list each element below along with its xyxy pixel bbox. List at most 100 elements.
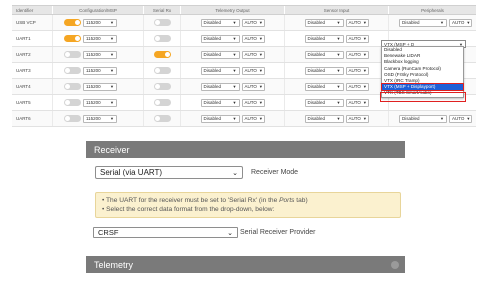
sensor-select-value: Disabled <box>307 20 326 25</box>
receiver-mode-select[interactable]: Serial (via UART) ⌄ <box>95 166 243 179</box>
dropdown-option[interactable]: VTX (TBS SmartAudio) <box>382 90 463 96</box>
sensor-baud-select[interactable]: AUTO ▼ <box>345 34 369 43</box>
chevron-down-icon: ▼ <box>232 52 237 57</box>
msp-baud-select[interactable]: 115200 ▼ <box>83 82 117 91</box>
serial-rx-cell <box>144 31 181 46</box>
telemetry-select[interactable]: Disabled ▼ <box>200 18 240 27</box>
peripherals-select[interactable]: Disabled ▼ <box>399 114 447 123</box>
telemetry-select[interactable]: Disabled ▼ <box>200 82 240 91</box>
peripherals-baud-select-value: AUTO <box>452 116 465 121</box>
table-row: USB VCP 115200 ▼ Disabled ▼ AUTO ▼ Disabled ▼ AUT… <box>12 15 476 31</box>
telemetry-cell: Disabled ▼ AUTO ▼ <box>181 79 285 94</box>
msp-baud-select[interactable]: 115200 ▼ <box>83 114 117 123</box>
telemetry-select-value: Disabled <box>203 68 222 73</box>
msp-toggle[interactable] <box>64 99 81 106</box>
telemetry-select-value: Disabled <box>203 84 222 89</box>
serial-rx-cell <box>144 15 181 30</box>
serial-rx-toggle[interactable] <box>153 51 171 58</box>
port-identifier: UART4 <box>12 79 53 94</box>
peripherals-select[interactable]: Disabled ▼ <box>399 18 447 27</box>
sensor-cell: Disabled ▼ AUTO ▼ <box>285 79 389 94</box>
peripherals-cell: Disabled ▼ AUTO ▼ <box>389 15 476 30</box>
msp-cell: 115200 ▼ <box>53 95 144 110</box>
msp-toggle[interactable] <box>64 51 81 58</box>
telemetry-baud-select-value: AUTO <box>244 36 257 41</box>
telemetry-baud-select[interactable]: AUTO ▼ <box>241 82 265 91</box>
msp-toggle[interactable] <box>64 115 81 122</box>
receiver-panel: Receiver Serial (via UART) ⌄ Receiver Mo… <box>86 141 405 250</box>
sensor-select[interactable]: Disabled ▼ <box>304 18 344 27</box>
serial-receiver-provider-label: Serial Receiver Provider <box>240 229 316 236</box>
msp-baud-select[interactable]: 115200 ▼ <box>83 98 117 107</box>
telemetry-baud-select[interactable]: AUTO ▼ <box>241 98 265 107</box>
serial-rx-toggle[interactable] <box>153 67 171 74</box>
chevron-down-icon: ▼ <box>110 36 114 41</box>
chevron-down-icon: ▼ <box>466 20 471 25</box>
telemetry-baud-select[interactable]: AUTO ▼ <box>241 66 265 75</box>
sensor-cell: Disabled ▼ AUTO ▼ <box>285 95 389 110</box>
chevron-down-icon: ⌄ <box>232 169 238 177</box>
sensor-baud-select[interactable]: AUTO ▼ <box>345 50 369 59</box>
serial-rx-toggle[interactable] <box>153 19 171 26</box>
msp-baud-select[interactable]: 115200 ▼ <box>83 50 117 59</box>
msp-baud-select[interactable]: 115200 ▼ <box>83 66 117 75</box>
chevron-down-icon: ▼ <box>258 20 263 25</box>
msp-baud-select[interactable]: 115200 ▼ <box>83 34 117 43</box>
sensor-select[interactable]: Disabled ▼ <box>304 98 344 107</box>
sensor-select-value: Disabled <box>307 68 326 73</box>
chevron-down-icon: ▼ <box>440 20 444 25</box>
sensor-baud-select-value: AUTO <box>348 84 361 89</box>
peripherals-baud-select[interactable]: AUTO ▼ <box>449 114 472 123</box>
sensor-cell: Disabled ▼ AUTO ▼ <box>285 47 389 62</box>
sensor-select-value: Disabled <box>307 36 326 41</box>
chevron-down-icon: ▼ <box>336 84 341 89</box>
telemetry-baud-select-value: AUTO <box>244 52 257 57</box>
msp-baud-select[interactable]: 115200 ▼ <box>83 18 117 27</box>
sensor-baud-select[interactable]: AUTO ▼ <box>345 82 369 91</box>
msp-baud-select-value: 115200 <box>86 68 101 73</box>
serial-rx-toggle[interactable] <box>153 115 171 122</box>
serial-rx-toggle[interactable] <box>153 99 171 106</box>
col-header-sensor-input: Sensor Input <box>285 6 389 14</box>
telemetry-panel-title: Telemetry <box>94 259 134 270</box>
chevron-down-icon: ▼ <box>232 36 237 41</box>
telemetry-select-value: Disabled <box>203 20 222 25</box>
telemetry-select[interactable]: Disabled ▼ <box>200 34 240 43</box>
help-icon[interactable] <box>391 260 399 269</box>
sensor-baud-select[interactable]: AUTO ▼ <box>345 66 369 75</box>
sensor-select[interactable]: Disabled ▼ <box>304 114 344 123</box>
sensor-baud-select[interactable]: AUTO ▼ <box>345 18 369 27</box>
sensor-select[interactable]: Disabled ▼ <box>304 66 344 75</box>
sensor-select[interactable]: Disabled ▼ <box>304 50 344 59</box>
msp-toggle[interactable] <box>64 67 81 74</box>
telemetry-select[interactable]: Disabled ▼ <box>200 66 240 75</box>
serial-receiver-provider-select[interactable]: CRSF ⌄ <box>93 227 238 238</box>
msp-toggle[interactable] <box>64 83 81 90</box>
msp-baud-select-value: 115200 <box>86 52 101 57</box>
chevron-down-icon: ▼ <box>110 68 114 73</box>
telemetry-select[interactable]: Disabled ▼ <box>200 98 240 107</box>
serial-rx-toggle[interactable] <box>153 35 171 42</box>
sensor-baud-select[interactable]: AUTO ▼ <box>345 114 369 123</box>
chevron-down-icon: ▼ <box>336 20 341 25</box>
port-identifier: UART2 <box>12 47 53 62</box>
sensor-select[interactable]: Disabled ▼ <box>304 34 344 43</box>
msp-toggle[interactable] <box>64 35 81 42</box>
telemetry-select[interactable]: Disabled ▼ <box>200 50 240 59</box>
telemetry-baud-select[interactable]: AUTO ▼ <box>241 18 265 27</box>
msp-toggle[interactable] <box>64 19 81 26</box>
telemetry-select[interactable]: Disabled ▼ <box>200 114 240 123</box>
msp-baud-select-value: 115200 <box>86 116 101 121</box>
sensor-baud-select[interactable]: AUTO ▼ <box>345 98 369 107</box>
telemetry-baud-select[interactable]: AUTO ▼ <box>241 34 265 43</box>
telemetry-baud-select[interactable]: AUTO ▼ <box>241 114 265 123</box>
msp-baud-select-value: 115200 <box>86 36 101 41</box>
peripherals-baud-select[interactable]: AUTO ▼ <box>449 18 472 27</box>
sensor-cell: Disabled ▼ AUTO ▼ <box>285 15 389 30</box>
chevron-down-icon: ▼ <box>336 52 341 57</box>
serial-rx-toggle[interactable] <box>153 83 171 90</box>
chevron-down-icon: ▼ <box>362 84 367 89</box>
telemetry-baud-select[interactable]: AUTO ▼ <box>241 50 265 59</box>
sensor-select[interactable]: Disabled ▼ <box>304 82 344 91</box>
sensor-cell: Disabled ▼ AUTO ▼ <box>285 31 389 46</box>
